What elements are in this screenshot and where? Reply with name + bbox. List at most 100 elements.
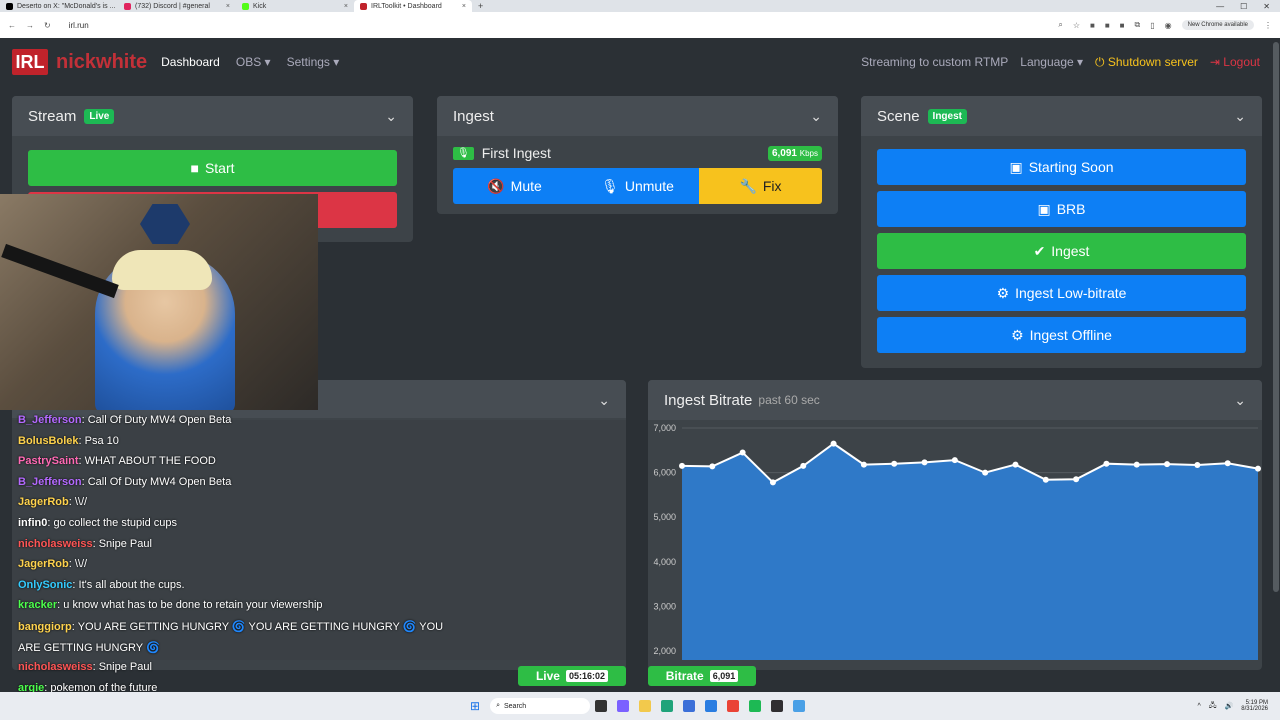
scene-brb-button[interactable]: ▣ BRB [877,191,1246,227]
bookmark-star-icon[interactable]: ☆ [1073,21,1080,30]
chat-username: PastrySaint [18,455,79,468]
update-chrome-chip[interactable]: New Chrome available [1181,20,1254,30]
spotify-icon[interactable] [749,700,762,712]
close-tab-icon[interactable]: × [226,3,230,10]
extension-icon[interactable]: ■ [1090,21,1095,30]
chat-message: banggiorp: YOU ARE GETTING HUNGRY 🌀 YOU … [12,618,626,639]
bitrate-point[interactable] [1042,476,1049,483]
bitrate-point[interactable] [769,479,776,486]
profile-icon[interactable]: ◉ [1165,21,1172,30]
obs-icon[interactable] [771,700,784,712]
browser-tab-active[interactable]: IRLToolkit • Dashboard × [354,0,472,12]
clock[interactable]: 5:19 PM 8/31/2026 [1241,700,1268,712]
chevron-down-icon[interactable]: ⌄ [810,108,822,125]
tray-chevron-icon[interactable]: ^ [1197,703,1200,710]
chevron-down-icon[interactable]: ⌄ [598,392,610,409]
edge-icon[interactable] [661,700,674,712]
reload-icon[interactable]: ↻ [44,21,51,30]
maximize-icon[interactable]: ☐ [1240,2,1247,11]
minimize-icon[interactable]: — [1216,2,1224,11]
browser-tab[interactable]: (732) Discord | #general × [118,0,236,12]
scrollbar-thumb[interactable] [1273,42,1279,592]
new-tab-button[interactable]: + [472,1,489,11]
network-icon[interactable]: 🖧 [1209,701,1217,712]
nav-dashboard[interactable]: Dashboard [161,55,220,69]
chevron-down-icon[interactable]: ⌄ [1234,392,1246,409]
close-window-icon[interactable]: ✕ [1263,2,1270,11]
notepad-icon[interactable] [793,700,806,712]
bitrate-point[interactable] [1255,465,1261,472]
chrome-icon[interactable] [727,700,740,712]
scene-ingest-offline-button[interactable]: ⚙ Ingest Offline [877,317,1246,353]
chat-username: JagerRob [18,558,69,571]
ingest-card-header: Ingest ⌄ [437,96,838,136]
close-tab-icon[interactable]: × [462,3,466,10]
menu-kebab-icon[interactable]: ⋮ [1264,21,1272,30]
kick-favicon-icon [242,2,249,10]
fix-button[interactable]: 🔧 Fix [699,168,822,204]
bitrate-point[interactable] [1194,462,1201,469]
stream-card-title: Stream [28,107,77,125]
chat-message: JagerRob: \\// [12,556,626,577]
bitrate-point[interactable] [982,469,989,476]
bitrate-point[interactable] [1103,460,1110,467]
unmute-button[interactable]: 🎙 Unmute [576,168,699,204]
window-controls: — ☐ ✕ [1216,2,1280,11]
browser-tab[interactable]: Deserto on X: "McDonald's is ...× [0,0,118,12]
bitrate-point[interactable] [800,462,807,469]
brand-name[interactable]: nickwhite [56,51,147,74]
shutdown-server-button[interactable]: ⏻ Shutdown server [1095,55,1198,70]
chat-text: : u know what has to be done to retain y… [57,599,323,612]
scene-card-title: Scene [877,107,920,125]
bitrate-point[interactable] [830,440,837,447]
hair [112,250,212,290]
bitrate-point[interactable] [1012,461,1019,468]
chevron-down-icon[interactable]: ⌄ [1234,108,1246,125]
extensions-puzzle-icon[interactable]: ⧉ [1135,20,1141,30]
back-icon[interactable]: ← [8,21,16,30]
start-stream-button[interactable]: ■ Start [28,150,397,186]
bitrate-point[interactable] [1164,461,1171,468]
bitrate-point[interactable] [739,449,746,456]
chat-text: ARE GETTING HUNGRY 🌀 [18,641,160,654]
irl-logo[interactable]: IRL [12,49,48,75]
sidebar-icon[interactable]: ▯ [1150,21,1154,30]
logout-button[interactable]: ⇥ Logout [1210,55,1260,69]
extension-icon[interactable]: ■ [1105,21,1110,30]
scene-starting-soon-button[interactable]: ▣ Starting Soon [877,149,1246,185]
address-bar: ← → ↻ irl.run ⌕ ☆ ■ ■ ■ ⧉ ▯ ◉ New Chrome… [0,12,1280,38]
store-icon[interactable] [683,700,696,712]
nav-settings[interactable]: Settings ▾ [287,55,340,69]
taskbar-search[interactable]: ⌕ Search [490,698,591,714]
forward-icon[interactable]: → [26,21,34,30]
bitrate-point[interactable] [860,461,867,468]
mail-icon[interactable] [705,700,718,712]
start-menu-icon[interactable]: ⊞ [470,699,480,713]
url-field[interactable]: irl.run [69,21,89,30]
bitrate-point[interactable] [891,460,898,467]
mute-button[interactable]: 🔇 Mute [453,168,576,204]
bitrate-point[interactable] [921,459,928,466]
bitrate-point[interactable] [709,463,716,470]
scene-ingest-low-bitrate-button[interactable]: ⚙ Ingest Low-bitrate [877,275,1246,311]
extension-icon[interactable]: ■ [1120,21,1125,30]
zoom-icon[interactable]: ⌕ [1058,20,1062,30]
nav-obs[interactable]: OBS ▾ [236,55,271,69]
file-explorer-icon[interactable] [639,700,652,712]
microphone-icon: 🎙 [453,146,474,160]
close-tab-icon[interactable]: × [344,3,348,10]
task-view-icon[interactable] [595,700,608,712]
bitrate-point[interactable] [1073,476,1080,483]
bitrate-point[interactable] [951,457,958,464]
bitrate-point[interactable] [1224,460,1231,467]
chevron-down-icon[interactable]: ⌄ [385,108,397,125]
scene-ingest-button[interactable]: ✔ Ingest [877,233,1246,269]
volume-icon[interactable]: 🔊 [1225,702,1234,710]
bitrate-point[interactable] [1133,461,1140,468]
copilot-icon[interactable] [617,700,630,712]
chat-username: OnlySonic [18,578,73,591]
language-menu[interactable]: Language ▾ [1020,55,1083,69]
browser-tab[interactable]: Kick × [236,0,354,12]
bitrate-point[interactable] [679,462,685,469]
chat-text: : \\// [68,496,88,509]
